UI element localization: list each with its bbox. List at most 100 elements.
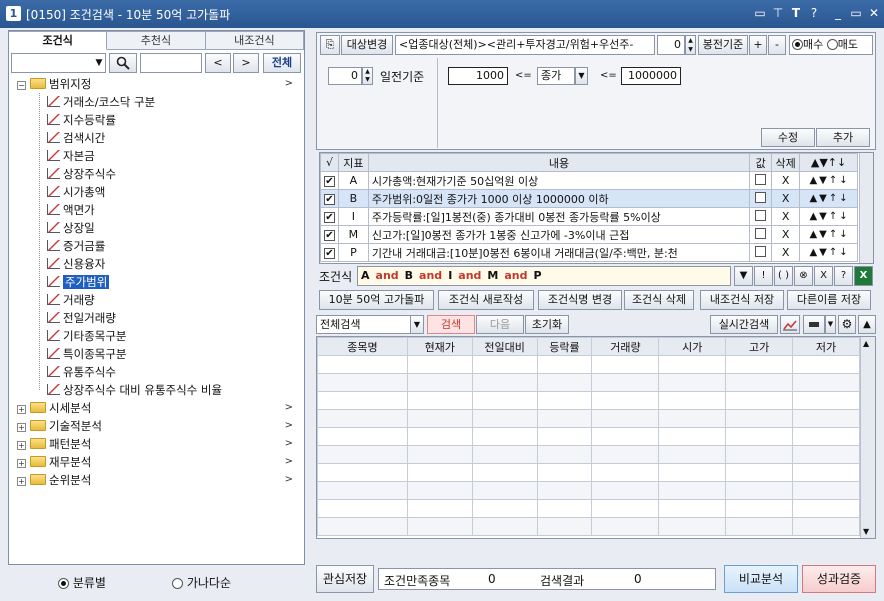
- condition-content[interactable]: 주가등락률:[일]1봉전(중) 종가대비 0봉전 종가등락률 5%이상: [367, 207, 751, 226]
- tree-item[interactable]: 기타종목구분: [47, 327, 299, 345]
- view-mode-dropdown-icon[interactable]: ▼: [825, 315, 836, 334]
- font-icon[interactable]: T: [788, 5, 804, 21]
- move-bottom-icon[interactable]: ▼: [819, 229, 827, 240]
- move-down-icon[interactable]: ↓: [839, 229, 847, 240]
- move-down-icon[interactable]: ↓: [839, 211, 847, 222]
- save-watchlist-button[interactable]: 관심저장: [316, 565, 374, 593]
- radio-category[interactable]: [58, 578, 69, 589]
- target-change-button[interactable]: 대상변경: [341, 35, 393, 55]
- result-col-header[interactable]: 고가: [725, 337, 794, 356]
- move-top-icon[interactable]: ▲: [809, 211, 817, 222]
- close-button[interactable]: ✕: [866, 5, 882, 21]
- move-bottom-icon[interactable]: ▼: [819, 193, 827, 204]
- tree-item[interactable]: 증거금률: [47, 237, 299, 255]
- min-price-input[interactable]: 1000: [448, 67, 508, 85]
- condition-checkbox[interactable]: ✔: [323, 248, 335, 259]
- condition-content[interactable]: 주가범위:0일전 종가가 1000 이상 1000000 이하: [367, 189, 751, 208]
- tree-item[interactable]: 액면가: [47, 201, 299, 219]
- value-checkbox[interactable]: [755, 245, 767, 257]
- tree-item[interactable]: 상장일: [47, 219, 299, 237]
- move-top-icon[interactable]: ▲: [809, 247, 817, 258]
- chart-button[interactable]: [780, 315, 800, 334]
- delete-condition-icon[interactable]: X: [771, 207, 801, 226]
- move-up-icon[interactable]: ↑: [829, 247, 837, 258]
- tree-item[interactable]: 유통주식수: [47, 363, 299, 381]
- tree-item[interactable]: 지수등락률: [47, 111, 299, 129]
- next-result-button[interactable]: 다음: [476, 315, 524, 334]
- radio-buy[interactable]: [792, 39, 803, 50]
- tree-item[interactable]: 주가범위: [47, 273, 299, 291]
- scroll-down-icon[interactable]: ▼: [863, 527, 869, 536]
- dropdown-arrow-icon[interactable]: ▼: [93, 55, 105, 71]
- result-col-header[interactable]: 저가: [792, 337, 860, 356]
- rename-condition-button[interactable]: 조건식명 변경: [538, 290, 622, 310]
- search-button[interactable]: [109, 53, 137, 73]
- formula-input[interactable]: Aand Band Iand Mand P: [357, 266, 731, 286]
- plus-button[interactable]: +: [749, 35, 767, 55]
- prev-button[interactable]: <: [205, 53, 231, 73]
- condition-content[interactable]: 시가총액:현재가기준 50십억원 이상: [367, 171, 751, 190]
- formula-dropdown-icon[interactable]: ▼: [734, 266, 753, 286]
- tree-folder[interactable]: + 기술적분석 >: [17, 417, 299, 435]
- value-checkbox[interactable]: [755, 227, 767, 239]
- condition-scrollbar[interactable]: [859, 153, 873, 263]
- clear-button[interactable]: X: [814, 266, 833, 286]
- scroll-up-icon[interactable]: ▲: [863, 339, 869, 348]
- value-checkbox[interactable]: [755, 173, 767, 185]
- days-spinner[interactable]: ▲ ▼: [362, 67, 373, 85]
- tree-folder[interactable]: − 범위지정 >: [17, 75, 299, 93]
- result-col-header[interactable]: 현재가: [406, 337, 473, 356]
- excel-icon[interactable]: X: [854, 266, 873, 286]
- tree-search-input[interactable]: [11, 53, 106, 73]
- compare-analysis-button[interactable]: 비교분석: [724, 565, 798, 593]
- result-col-header[interactable]: 시가: [658, 337, 727, 356]
- search-button-main[interactable]: 검색: [427, 315, 475, 334]
- condition-checkbox[interactable]: ✔: [323, 176, 335, 187]
- tab-recommended[interactable]: 추천식: [107, 31, 206, 50]
- tree-item[interactable]: 시가총액: [47, 183, 299, 201]
- tree-item[interactable]: 신용융자: [47, 255, 299, 273]
- move-down-icon[interactable]: ↓: [839, 247, 847, 258]
- realtime-search-button[interactable]: 실시간검색: [710, 315, 778, 334]
- move-bottom-icon[interactable]: ▼: [819, 211, 827, 222]
- condition-row[interactable]: ✔ A 시가총액:현재가기준 50십억원 이상 X ▲ ▼ ↑ ↓: [320, 171, 858, 190]
- condition-row[interactable]: ✔ B 주가범위:0일전 종가가 1000 이상 1000000 이하 X ▲ ▼ ↑ ↓: [320, 189, 858, 208]
- result-col-header[interactable]: 등락률: [536, 337, 593, 356]
- expand-icon[interactable]: +: [17, 477, 26, 486]
- days-value-input[interactable]: 0: [328, 67, 362, 85]
- delete-condition-icon[interactable]: X: [771, 225, 801, 244]
- tree-item[interactable]: 상장주식수: [47, 165, 299, 183]
- move-up-icon[interactable]: ↑: [829, 229, 837, 240]
- all-button[interactable]: 전체: [263, 53, 301, 73]
- new-condition-button[interactable]: 조건식 새로작성: [438, 290, 534, 310]
- link-window-icon[interactable]: ▭: [752, 5, 768, 21]
- tab-conditions[interactable]: 조건식: [9, 31, 108, 50]
- collapse-icon[interactable]: −: [17, 81, 26, 90]
- search-scope-dropdown-icon[interactable]: ▼: [410, 315, 424, 334]
- value-checkbox[interactable]: [755, 191, 767, 203]
- delete-condition-button[interactable]: 조건식 삭제: [624, 290, 694, 310]
- value-checkbox[interactable]: [755, 209, 767, 221]
- pin-icon[interactable]: ⊤: [770, 5, 786, 21]
- tree-item[interactable]: 검색시간: [47, 129, 299, 147]
- move-top-icon[interactable]: ▲: [809, 229, 817, 240]
- price-type-select[interactable]: 종가: [537, 67, 575, 85]
- condition-row[interactable]: ✔ P 기간내 거래대금:[10분]0봉전 6봉이내 거래대금(일/주:백만, 분:…: [320, 243, 858, 262]
- bong-spinner[interactable]: ▲ ▼: [685, 35, 696, 55]
- delete-condition-icon[interactable]: X: [771, 189, 801, 208]
- tree-folder[interactable]: + 패턴분석 >: [17, 435, 299, 453]
- condition-row[interactable]: ✔ M 신고가:[일]0봉전 종가가 1봉중 신고가에 -3%이내 근접 X ▲ ▼ ↑ ↓: [320, 225, 858, 244]
- formula-help-button[interactable]: ?: [834, 266, 853, 286]
- expand-icon[interactable]: +: [17, 423, 26, 432]
- performance-verify-button[interactable]: 성과검증: [802, 565, 876, 593]
- condition-checkbox[interactable]: ✔: [323, 230, 335, 241]
- radio-alpha[interactable]: [172, 578, 183, 589]
- tree-item[interactable]: 상장주식수 대비 유통주식수 비율: [47, 381, 299, 399]
- move-up-icon[interactable]: ↑: [829, 211, 837, 222]
- move-bottom-icon[interactable]: ▼: [819, 247, 827, 258]
- tree-item[interactable]: 거래소/코스닥 구분: [47, 93, 299, 111]
- bong-value-input[interactable]: 0: [657, 35, 685, 55]
- tree-item[interactable]: 특이종목구분: [47, 345, 299, 363]
- tab-my-conditions[interactable]: 내조건식: [205, 31, 304, 50]
- move-down-icon[interactable]: ↓: [839, 175, 847, 186]
